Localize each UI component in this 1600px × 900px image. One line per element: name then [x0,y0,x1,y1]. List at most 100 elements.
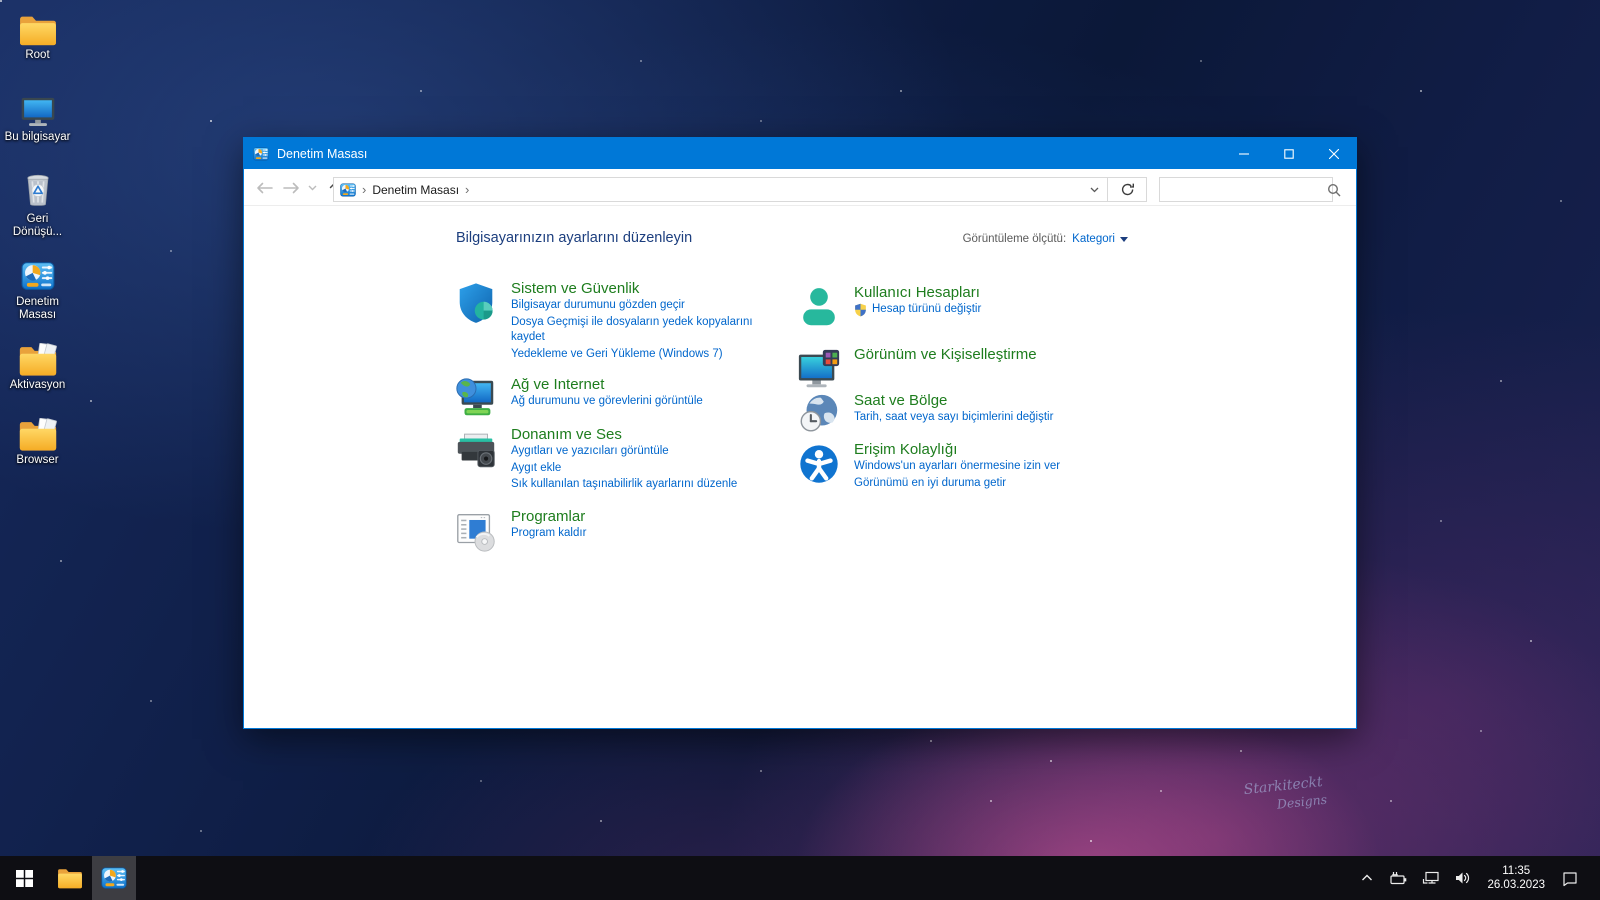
category-task-link-row: Hesap türünü değiştir [854,302,981,318]
category-links: Bilgisayar durumunu gözden geçir Dosya G… [511,298,753,362]
desktop-icon-folder[interactable]: Root [0,6,75,62]
desktop-icon-image[interactable] [18,411,58,451]
breadcrumb[interactable]: Denetim Masası [372,183,459,197]
taskbar: 11:35 26.03.2023 [0,856,1600,900]
taskbar-control-panel-button[interactable] [92,856,136,900]
category-title-link[interactable]: Sistem ve Güvenlik [511,280,753,298]
taskbar-file-explorer-button[interactable] [48,856,92,900]
category-task-link[interactable]: Hesap türünü değiştir [872,302,981,318]
category-task-link-row: Program kaldır [511,526,586,542]
category-icon[interactable] [796,284,842,330]
speaker-icon [1454,870,1471,886]
desktop-icon-image[interactable] [18,336,58,376]
category-task-link[interactable]: Dosya Geçmişi ile dosyaların yedek kopya… [511,315,753,346]
category-task-link[interactable]: Windows'un ayarları önermesine izin ver [854,459,1060,475]
category-title-link[interactable]: Ağ ve Internet [511,376,703,394]
close-button[interactable] [1311,138,1356,169]
category-task-link[interactable]: Sık kullanılan taşınabilirlik ayarlarını… [511,477,737,493]
recent-locations-button[interactable] [304,169,320,206]
tray-volume-button[interactable] [1447,856,1478,900]
desktop-icon-image[interactable] [21,170,55,210]
tray-overflow-button[interactable] [1352,856,1382,900]
category-task-link-row: Görünümü en iyi duruma getir [854,476,1060,492]
category-icon[interactable] [453,280,499,326]
back-arrow-icon [255,182,273,194]
category-title-link[interactable]: Programlar [511,508,586,526]
category-task-link-row: Sık kullanılan taşınabilirlik ayarlarını… [511,477,737,493]
view-by-value[interactable]: Kategori [1072,233,1115,245]
category-task-link[interactable]: Ağ durumunu ve görevlerini görüntüle [511,394,703,410]
category-task-link-row: Ağ durumunu ve görevlerini görüntüle [511,394,703,410]
breadcrumb-chevron-icon[interactable]: › [465,183,469,196]
search-input[interactable] [1160,183,1327,197]
back-button[interactable] [250,169,278,206]
desktop-icon-label: Denetim Masası [1,296,75,322]
wallpaper-signature: Starkiteckt Designs [1240,774,1327,817]
category-task-link[interactable]: Program kaldır [511,526,586,542]
control-panel-icon [101,865,127,891]
refresh-button[interactable] [1108,177,1147,202]
category-icon[interactable] [453,508,499,554]
category-user-accounts: Kullanıcı Hesapları Hesap türünü değişti… [796,284,981,330]
category-icon[interactable] [796,441,842,487]
taskbar-clock[interactable]: 11:35 26.03.2023 [1478,864,1554,892]
category-icon[interactable] [453,376,499,422]
tray-battery-button[interactable] [1382,856,1415,900]
category-title-link[interactable]: Görünüm ve Kişiselleştirme [854,346,1037,364]
close-icon [1329,149,1339,159]
clock-date: 26.03.2023 [1487,878,1545,892]
view-by-dropdown[interactable]: Kategori [1072,233,1128,245]
search-icon[interactable] [1327,183,1341,197]
category-task-link-row: Aygıtları ve yazıcıları görüntüle [511,444,737,460]
category-links: Hesap türünü değiştir [854,302,981,318]
desktop-icon-image[interactable] [21,253,55,293]
category-task-link-row: Bilgisayar durumunu gözden geçir [511,298,753,314]
desktop-icon-label: Bu bilgisayar [5,131,71,144]
category-task-link[interactable]: Aygıt ekle [511,461,561,477]
category-task-link[interactable]: Bilgisayar durumunu gözden geçir [511,298,685,314]
window-title: Denetim Masası [277,147,367,161]
titlebar[interactable]: Denetim Masası [244,138,1356,169]
category-title-link[interactable]: Donanım ve Ses [511,426,737,444]
desktop-icon-folder-files[interactable]: Aktivasyon [0,336,75,392]
category-icon[interactable] [796,392,842,438]
category-system-security: Sistem ve Güvenlik Bilgisayar durumunu g… [453,280,753,363]
category-task-link-row: Aygıt ekle [511,461,737,477]
category-title-link[interactable]: Erişim Kolaylığı [854,441,1060,459]
start-button[interactable] [0,856,48,900]
uac-shield-icon [854,303,867,317]
window-control-panel-icon [253,146,269,162]
view-by-label: Görüntüleme ölçütü: [963,233,1067,245]
desktop-icon-computer[interactable]: Bu bilgisayar [0,88,75,144]
refresh-icon [1120,182,1135,197]
maximize-button[interactable] [1266,138,1311,169]
category-title-link[interactable]: Saat ve Bölge [854,392,1053,410]
desktop-icon-control-panel[interactable]: Denetim Masası [0,253,75,322]
category-task-link[interactable]: Yedekleme ve Geri Yükleme (Windows 7) [511,347,723,363]
category-icon[interactable] [453,426,499,472]
desktop-icon-folder-files[interactable]: Browser [0,411,75,467]
category-task-link[interactable]: Görünümü en iyi duruma getir [854,476,1006,492]
address-bar[interactable]: › Denetim Masası › [333,177,1108,202]
desktop-icon-image[interactable] [18,6,58,46]
maximize-icon [1284,149,1294,159]
category-links: Tarih, saat veya sayı biçimlerini değişt… [854,410,1053,426]
category-icon[interactable] [796,346,842,392]
category-task-link[interactable]: Tarih, saat veya sayı biçimlerini değişt… [854,410,1053,426]
category-task-link-row: Yedekleme ve Geri Yükleme (Windows 7) [511,347,753,363]
category-ease-of-access: Erişim Kolaylığı Windows'un ayarları öne… [796,441,1060,492]
desktop-icon-label: Root [25,49,49,62]
category-title-link[interactable]: Kullanıcı Hesapları [854,284,981,302]
desktop-icon-recycle-bin[interactable]: Geri Dönüşü... [0,170,75,239]
category-task-link[interactable]: Aygıtları ve yazıcıları görüntüle [511,444,669,460]
minimize-button[interactable] [1221,138,1266,169]
address-dropdown-button[interactable] [1081,187,1107,193]
desktop-icon-image[interactable] [18,88,58,128]
file-explorer-icon [57,868,83,889]
tray-network-button[interactable] [1415,856,1447,900]
chevron-up-icon [1359,870,1375,886]
action-center-button[interactable] [1554,856,1586,900]
forward-button[interactable] [278,169,306,206]
address-control-panel-icon [340,182,356,198]
dropdown-caret-icon [1120,237,1128,242]
